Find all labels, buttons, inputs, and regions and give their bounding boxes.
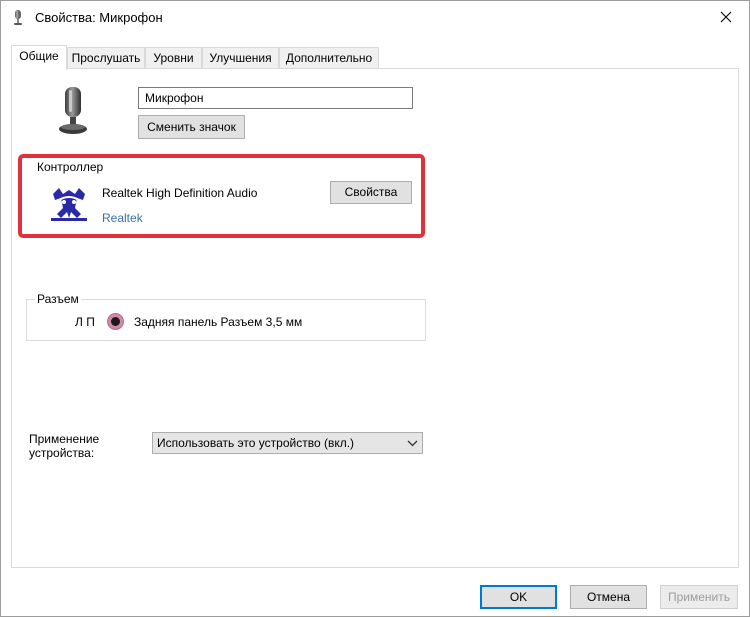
close-icon — [720, 11, 732, 23]
tab-listen[interactable]: Прослушать — [67, 47, 145, 69]
device-usage-label: Применение устройства: — [29, 432, 100, 460]
controller-properties-button[interactable]: Свойства — [330, 181, 412, 204]
tab-general[interactable]: Общие — [11, 45, 67, 70]
window-title: Свойства: Микрофон — [35, 10, 163, 25]
close-button[interactable] — [703, 1, 749, 33]
tab-advanced[interactable]: Дополнительно — [279, 47, 379, 69]
microphone-icon — [59, 87, 87, 134]
cancel-button[interactable]: Отмена — [570, 585, 647, 609]
jack-channels: Л П — [75, 315, 95, 329]
device-name-input[interactable] — [138, 87, 413, 109]
title-bar[interactable]: Свойства: Микрофон — [1, 1, 749, 35]
microphone-small-icon — [14, 10, 22, 25]
tab-enhancements[interactable]: Улучшения — [202, 47, 279, 69]
vendor-link[interactable]: Realtek — [102, 211, 143, 225]
ok-button[interactable]: OK — [480, 585, 557, 609]
apply-button[interactable]: Применить — [660, 585, 738, 609]
tab-levels[interactable]: Уровни — [145, 47, 202, 69]
controller-name: Realtek High Definition Audio — [102, 186, 258, 200]
device-usage-selected: Использовать это устройство (вкл.) — [157, 436, 355, 450]
properties-window: Свойства: Микрофон Общие Прослушать Уров… — [0, 0, 750, 617]
controller-group-label: Контроллер — [35, 160, 106, 174]
device-usage-select[interactable]: Использовать это устройство (вкл.) — [152, 432, 423, 454]
realtek-logo-icon — [51, 188, 87, 221]
jack-connector-icon — [107, 313, 124, 330]
jack-group-label: Разъем — [35, 292, 81, 306]
jack-description: Задняя панель Разъем 3,5 мм — [134, 315, 303, 329]
chevron-down-icon — [407, 440, 418, 447]
change-icon-button[interactable]: Сменить значок — [138, 115, 245, 139]
